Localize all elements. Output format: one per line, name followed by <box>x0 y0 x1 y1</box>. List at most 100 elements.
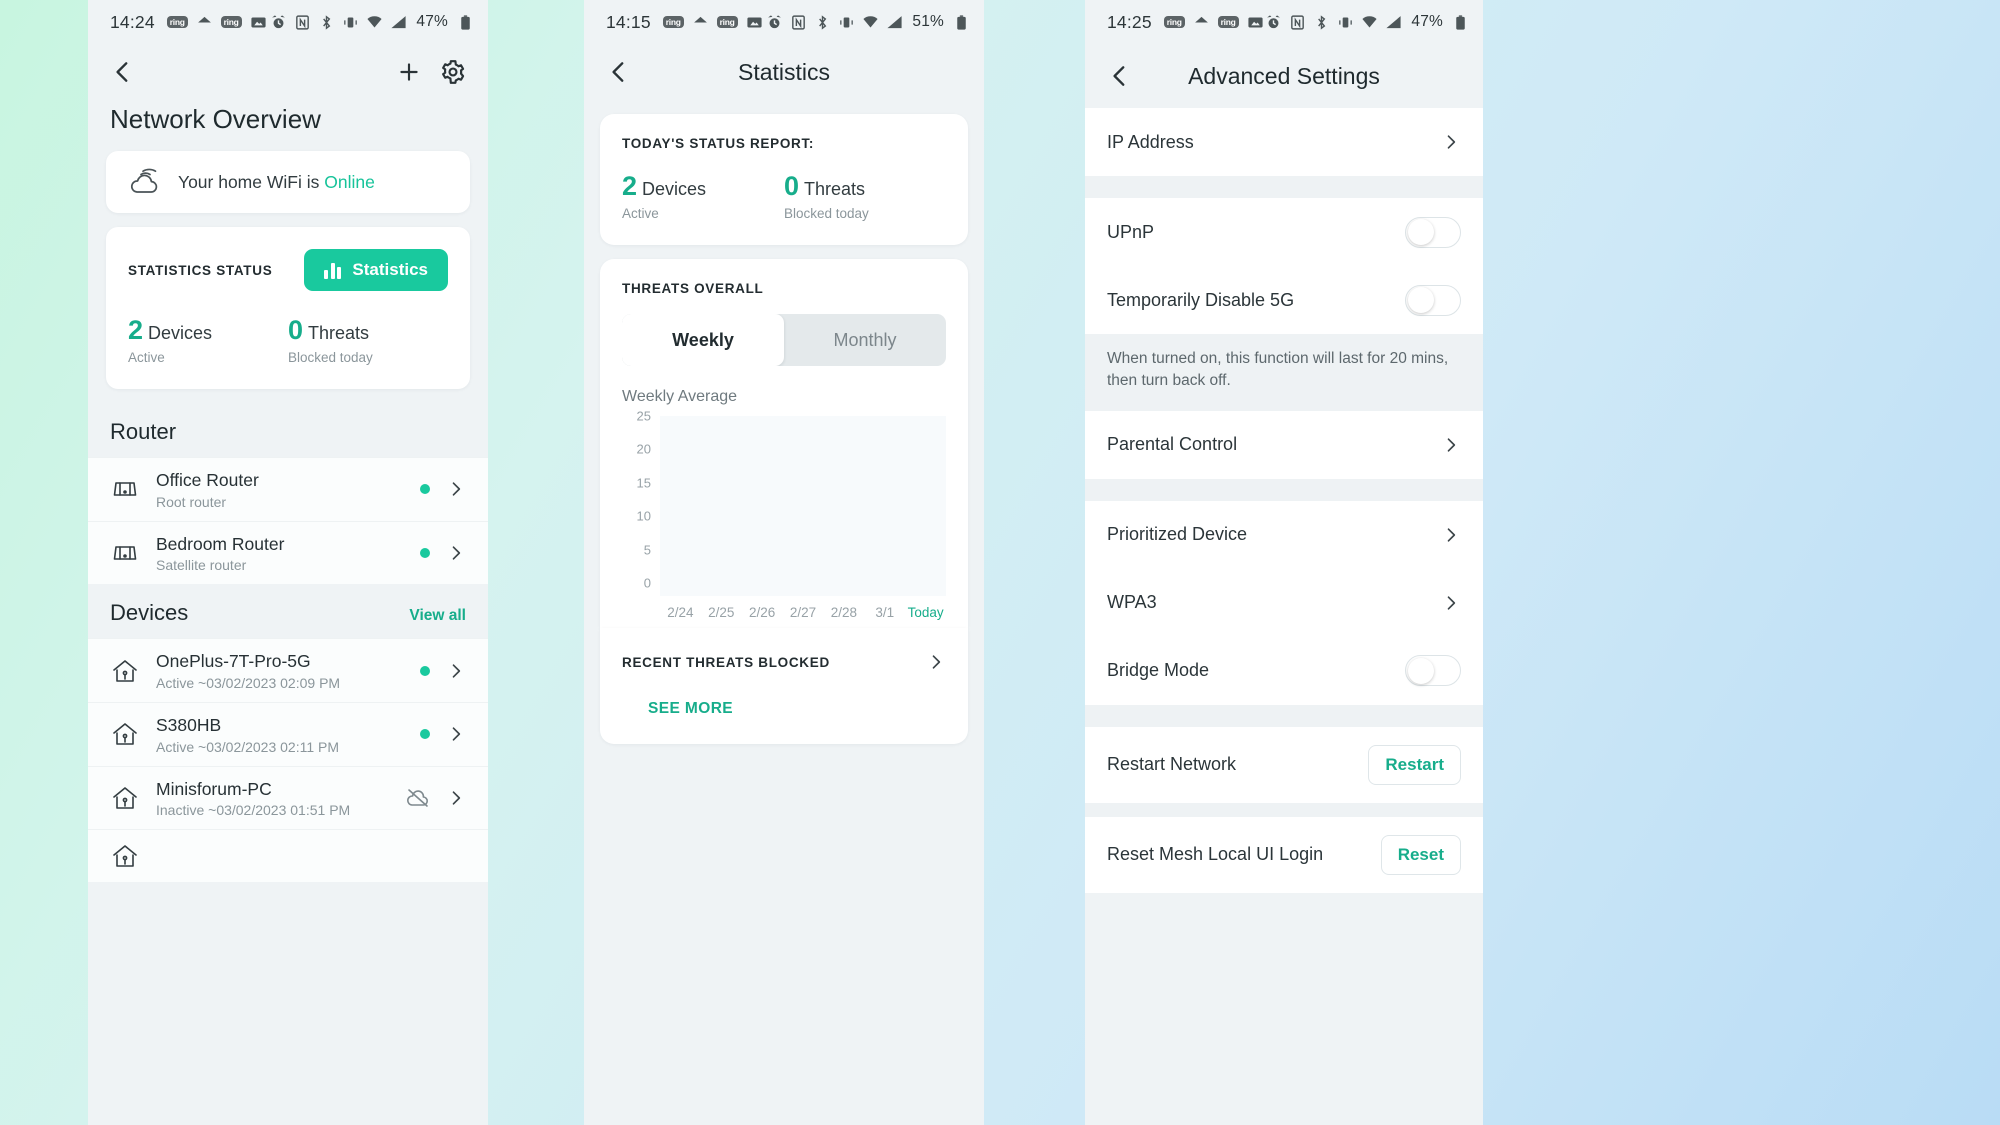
divider <box>1085 802 1483 817</box>
router-row-text: Office Router Root router <box>156 469 404 510</box>
statistics-button[interactable]: Statistics <box>304 249 448 291</box>
sidebar-item-ip-address[interactable]: IP Address <box>1085 108 1483 176</box>
wifi-icon <box>862 14 879 31</box>
x-tick: 2/25 <box>708 605 735 620</box>
setting-control <box>1441 132 1461 152</box>
image-icon <box>1247 14 1264 31</box>
status-bar: 14:25 ring ring 47% <box>1085 0 1483 44</box>
sidebar-item-restart-network[interactable]: Restart Network Restart <box>1085 726 1483 803</box>
wifi-icon <box>366 14 383 31</box>
bridge-mode-toggle[interactable] <box>1405 655 1461 687</box>
chevron-right-icon[interactable] <box>446 661 466 681</box>
plus-icon[interactable] <box>396 59 422 85</box>
status-bar-clock: 14:25 <box>1107 11 1152 32</box>
status-bar-left: 14:24 ring ring <box>110 12 267 33</box>
table-row[interactable]: Minisforum-PC Inactive ~03/02/2023 01:51… <box>88 765 488 830</box>
table-row[interactable]: Bedroom Router Satellite router <box>88 520 488 585</box>
page-title: Advanced Settings <box>1188 62 1380 89</box>
statistics-button-label: Statistics <box>352 260 428 279</box>
restart-button[interactable]: Restart <box>1368 744 1461 785</box>
vibrate-icon <box>1337 14 1354 31</box>
sidebar-item-prioritized-device[interactable]: Prioritized Device <box>1085 500 1483 569</box>
image-icon <box>746 14 763 31</box>
status-report-metrics: 2 Devices Active 0 Threats Blocked today <box>622 171 946 221</box>
upnp-toggle[interactable] <box>1405 216 1461 248</box>
tab-monthly[interactable]: Monthly <box>784 314 946 366</box>
ring-chip-icon-2: ring <box>220 15 242 29</box>
setting-label: IP Address <box>1107 131 1194 152</box>
cloud-wifi-icon <box>128 167 162 197</box>
metric-devices: 2 Devices Active <box>622 171 784 221</box>
table-row[interactable]: Office Router Root router <box>88 457 488 521</box>
phone-panel-statistics: 14:15 ring ring 51% Statistics TODAY'S S… <box>584 0 984 1125</box>
chevron-right-icon[interactable] <box>446 788 466 808</box>
status-bar-clock: 14:24 <box>110 11 155 32</box>
wifi-status-prefix: Your home WiFi is <box>178 171 325 192</box>
tab-weekly[interactable]: Weekly <box>622 314 784 366</box>
back-icon[interactable] <box>606 59 632 85</box>
metric-threats-value: 0 <box>784 171 800 201</box>
gear-icon[interactable] <box>440 59 466 85</box>
chevron-right-icon[interactable] <box>446 724 466 744</box>
list-item-title: Bedroom Router <box>156 533 285 554</box>
status-bar-right: 47% <box>1265 13 1469 31</box>
setting-label: Temporarily Disable 5G <box>1107 289 1295 310</box>
battery-percent-label: 51% <box>912 13 944 30</box>
bluetooth-icon <box>318 14 335 31</box>
view-all-link[interactable]: View all <box>409 607 466 625</box>
metric-threats: 0 Threats Blocked today <box>288 315 448 365</box>
list-item-subtitle: Root router <box>156 493 227 510</box>
setting-control <box>1405 655 1461 687</box>
sidebar-item-parental-control[interactable]: Parental Control <box>1085 410 1483 479</box>
sidebar-item-upnp[interactable]: UPnP <box>1085 198 1483 266</box>
chevron-right-icon[interactable] <box>1441 132 1461 152</box>
sidebar-item-wpa3[interactable]: WPA3 <box>1085 568 1483 637</box>
alarm-icon <box>1265 14 1282 31</box>
chevron-right-icon[interactable] <box>446 543 466 563</box>
sidebar-item-temporarily-disable-5g[interactable]: Temporarily Disable 5G <box>1085 266 1483 334</box>
chevron-right-icon[interactable] <box>446 479 466 499</box>
chevron-right-icon[interactable] <box>926 652 946 672</box>
table-row-partial[interactable] <box>88 829 488 882</box>
status-dot-online <box>420 665 430 676</box>
setting-label: UPnP <box>1107 221 1155 242</box>
todays-status-report-card: TODAY'S STATUS REPORT: 2 Devices Active 0… <box>600 114 968 245</box>
ring-chip-icon: ring <box>166 15 188 29</box>
metric-threats-unit: Threats <box>308 323 370 343</box>
chevron-right-icon[interactable] <box>1441 593 1461 613</box>
recent-threats-header[interactable]: RECENT THREATS BLOCKED <box>622 652 946 672</box>
see-more-link[interactable]: SEE MORE <box>648 700 946 718</box>
list-item-subtitle: Inactive ~03/02/2023 01:51 PM <box>156 802 351 819</box>
recent-threats-blocked-card: RECENT THREATS BLOCKED SEE MORE <box>600 628 968 744</box>
nfc-icon <box>294 14 311 31</box>
disable-5g-toggle[interactable] <box>1405 284 1461 316</box>
bar-chart-icon <box>324 262 343 279</box>
wifi-status-text: Your home WiFi is Online <box>178 172 375 193</box>
table-row[interactable]: OnePlus-7T-Pro-5G Active ~03/02/2023 02:… <box>88 638 488 702</box>
status-bar: 14:15 ring ring 51% <box>584 0 984 44</box>
list-item-subtitle: Active ~03/02/2023 02:11 PM <box>156 738 340 755</box>
battery-percent-label: 47% <box>1411 13 1443 30</box>
chevron-right-icon[interactable] <box>1441 525 1461 545</box>
sidebar-item-reset-mesh-local-ui-login[interactable]: Reset Mesh Local UI Login Reset <box>1085 816 1483 893</box>
router-icon <box>110 538 140 568</box>
chart-plot-area <box>660 416 946 596</box>
chart-x-axis: 2/24 2/25 2/26 2/27 2/28 3/1 Today <box>660 605 946 620</box>
status-bar-left: 14:25 ring ring <box>1107 12 1264 33</box>
reset-button[interactable]: Reset <box>1380 834 1461 875</box>
chevron-right-icon[interactable] <box>1441 435 1461 455</box>
statistics-status-card: STATISTICS STATUS Statistics 2 Devices Ac… <box>106 227 470 389</box>
metric-devices-sub: Active <box>128 350 165 365</box>
router-list: Office Router Root router Bedroom Router… <box>88 457 488 585</box>
x-tick: 2/26 <box>749 605 776 620</box>
home-icon <box>692 14 709 31</box>
back-icon[interactable] <box>110 59 136 85</box>
y-tick: 25 <box>636 408 651 424</box>
status-bar: 14:24 ring ring 47% <box>88 0 488 44</box>
back-icon[interactable] <box>1107 63 1133 89</box>
sidebar-item-bridge-mode[interactable]: Bridge Mode <box>1085 636 1483 705</box>
metric-threats-value: 0 <box>288 315 304 345</box>
wifi-status-card[interactable]: Your home WiFi is Online <box>106 151 470 213</box>
phone-panel-network-overview: 14:24 ring ring 47% Network Overview You… <box>88 0 488 1125</box>
table-row[interactable]: S380HB Active ~03/02/2023 02:11 PM <box>88 701 488 766</box>
